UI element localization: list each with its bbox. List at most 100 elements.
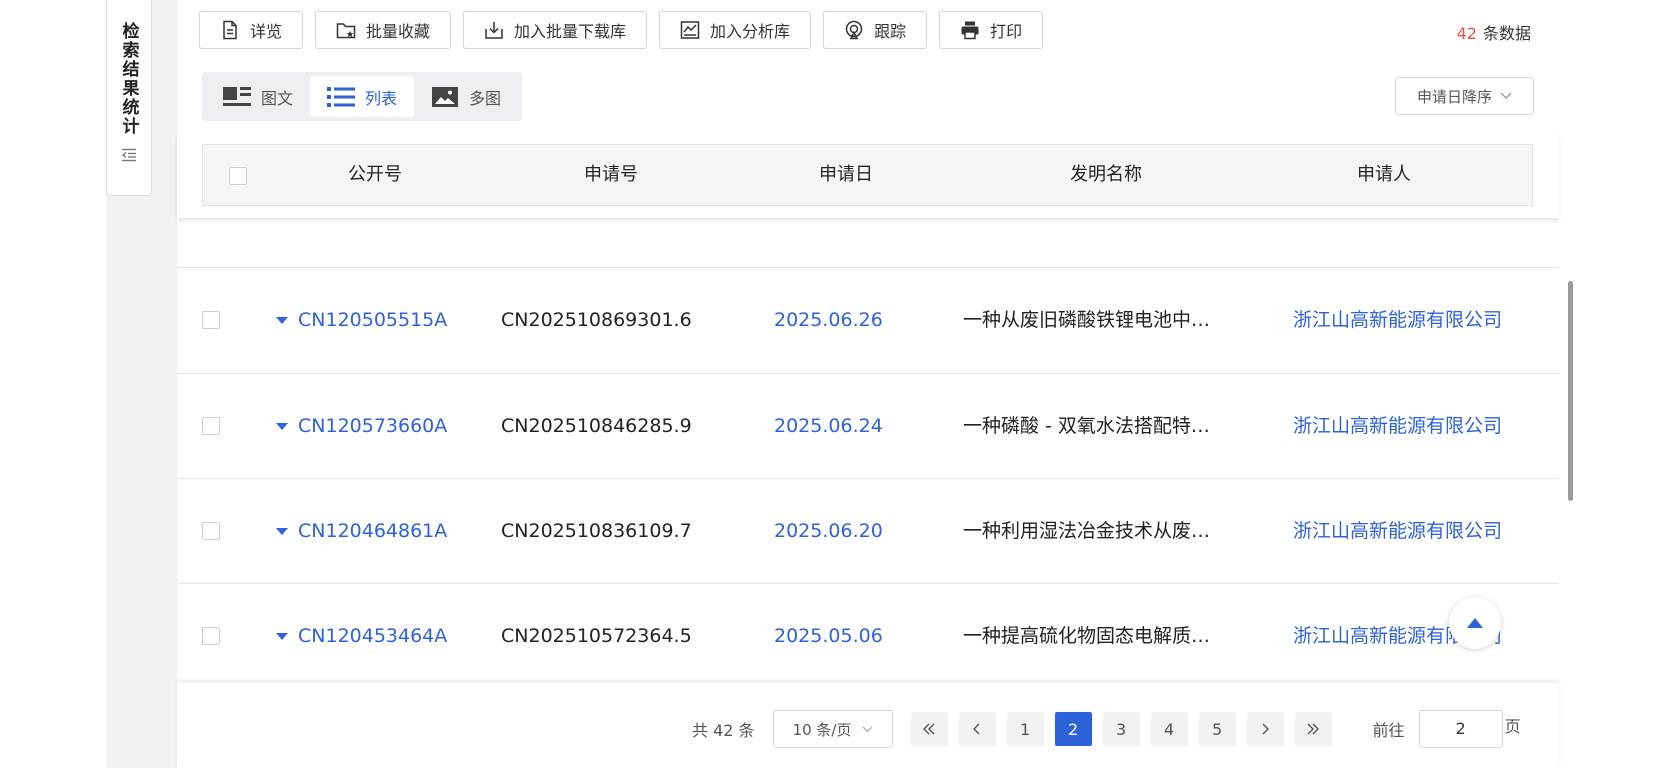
vertical-scrollbar[interactable]	[1568, 281, 1573, 501]
expand-triangle-icon[interactable]	[276, 633, 288, 640]
header-title[interactable]: 发明名称	[1070, 145, 1142, 207]
row-checkbox[interactable]	[202, 311, 220, 329]
pagination-total: 共 42 条	[692, 721, 755, 740]
double-chevron-right-icon	[1307, 723, 1320, 735]
print-button[interactable]: 打印	[939, 11, 1044, 49]
table-row: CN120573660A CN202510846285.9 2025.06.24…	[177, 373, 1559, 478]
view-mode-tabs: 图文 列表 多图	[202, 72, 523, 121]
page-unit-label: 页	[1504, 717, 1521, 736]
invention-title: 一种提高硫化物固态电解质…	[963, 625, 1211, 647]
app-date-link[interactable]: 2025.06.20	[774, 479, 883, 584]
list-view-icon	[327, 86, 356, 107]
table-row: CN120453464A CN202510572364.5 2025.05.06…	[177, 583, 1559, 688]
pub-no-link[interactable]: CN120464861A	[298, 479, 447, 584]
pub-no-link[interactable]: CN120505515A	[298, 268, 447, 373]
app-no: CN202510836109.7	[501, 520, 692, 542]
sort-select-value: 申请日降序	[1416, 87, 1492, 106]
action-toolbar: 详览 批量收藏 加入批量下载库 加入分析库 跟踪 打印	[199, 11, 1044, 49]
pub-no-link[interactable]: CN120573660A	[298, 374, 447, 479]
app-no: CN202510572364.5	[501, 625, 692, 647]
chevron-down-icon	[862, 726, 872, 732]
applicant-link[interactable]: 浙江山高新能源有限公司	[1293, 479, 1502, 584]
tab-image-text-label: 图文	[261, 88, 294, 108]
page-button-3[interactable]: 3	[1102, 712, 1140, 746]
chevron-right-icon	[1262, 723, 1270, 735]
sort-select[interactable]: 申请日降序	[1395, 77, 1534, 115]
tab-multi-image-label: 多图	[469, 88, 502, 108]
app-no: CN202510846285.9	[501, 415, 692, 437]
row-checkbox[interactable]	[202, 627, 220, 645]
add-to-download-button[interactable]: 加入批量下载库	[463, 11, 648, 49]
goto-page-input[interactable]: 2	[1418, 710, 1503, 748]
arrow-up-icon	[1467, 618, 1483, 628]
header-app-no[interactable]: 申请号	[584, 145, 638, 207]
analysis-icon	[680, 21, 700, 39]
tab-image-text[interactable]: 图文	[206, 76, 310, 117]
chevron-left-icon	[973, 723, 980, 735]
stats-tab-label: 检索结果统计	[118, 22, 139, 136]
track-button[interactable]: 跟踪	[823, 11, 928, 49]
tracking-icon	[845, 20, 863, 40]
select-all-checkbox[interactable]	[229, 167, 247, 185]
expand-triangle-icon[interactable]	[276, 317, 288, 324]
results-panel: 详览 批量收藏 加入批量下载库 加入分析库 跟踪 打印 42 条数据 图文 列表…	[177, 0, 1559, 768]
chevron-down-icon	[1500, 92, 1512, 99]
row-checkbox[interactable]	[202, 522, 220, 540]
app-date-link[interactable]: 2025.06.26	[774, 268, 883, 373]
pub-no-link[interactable]: CN120453464A	[298, 584, 447, 689]
collapse-icon	[121, 148, 136, 162]
pagination-bar: 共 42 条 10 条/页 1 2 3 4 5 前往 2 页	[177, 683, 1559, 768]
page: 检索结果统计 详览 批量收藏 加入批量下载库 加入分析库 跟踪 打印 42 条数…	[0, 0, 1665, 768]
table-header-bar: 公开号 申请号 申请日 发明名称 申请人	[177, 132, 1559, 218]
app-date-link[interactable]: 2025.06.24	[774, 374, 883, 479]
next-page-button[interactable]	[1246, 712, 1284, 746]
page-button-5[interactable]: 5	[1198, 712, 1236, 746]
page-size-value: 10 条/页	[792, 720, 852, 739]
tab-list[interactable]: 列表	[310, 76, 415, 117]
double-chevron-left-icon	[923, 723, 935, 735]
applicant-link[interactable]: 浙江山高新能源有限公司	[1293, 268, 1502, 373]
app-no: CN202510869301.6	[501, 309, 692, 331]
download-box-icon	[485, 22, 503, 39]
table-row: CN120505515A CN202510869301.6 2025.06.26…	[177, 267, 1559, 372]
multi-image-view-icon	[432, 86, 459, 107]
row-checkbox[interactable]	[202, 417, 220, 435]
back-to-top-button[interactable]	[1449, 597, 1501, 649]
folder-star-icon	[336, 23, 356, 39]
page-button-1[interactable]: 1	[1006, 712, 1044, 746]
tab-list-label: 列表	[365, 88, 398, 108]
track-label: 跟踪	[874, 22, 907, 41]
last-page-button[interactable]	[1294, 712, 1332, 746]
page-button-4[interactable]: 4	[1150, 712, 1188, 746]
header-applicant[interactable]: 申请人	[1357, 145, 1411, 207]
batch-favorite-button[interactable]: 批量收藏	[315, 11, 452, 49]
page-button-2[interactable]: 2	[1054, 712, 1092, 746]
document-icon	[223, 20, 237, 40]
add-to-analysis-button[interactable]: 加入分析库	[659, 11, 812, 49]
goto-label: 前往	[1372, 721, 1405, 740]
printer-icon	[961, 21, 979, 40]
applicant-link[interactable]: 浙江山高新能源有限公司	[1293, 374, 1502, 479]
result-count: 42 条数据	[1457, 20, 1531, 44]
invention-title: 一种从废旧磷酸铁锂电池中…	[963, 309, 1211, 331]
expand-triangle-icon[interactable]	[276, 423, 288, 430]
expand-triangle-icon[interactable]	[276, 528, 288, 535]
prev-page-button[interactable]	[958, 712, 996, 746]
header-app-date[interactable]: 申请日	[819, 145, 873, 207]
table-row: CN120464861A CN202510836109.7 2025.06.20…	[177, 478, 1559, 583]
result-count-suffix: 条数据	[1482, 24, 1531, 43]
preview-button-label: 详览	[250, 22, 283, 41]
tab-multi-image[interactable]: 多图	[414, 76, 518, 117]
stats-panel-tab[interactable]: 检索结果统计	[106, 0, 152, 196]
first-page-button[interactable]	[910, 712, 948, 746]
preview-button[interactable]: 详览	[199, 11, 304, 49]
table-header: 公开号 申请号 申请日 发明名称 申请人	[202, 144, 1533, 206]
header-pub-no[interactable]: 公开号	[348, 145, 402, 207]
add-to-analysis-label: 加入分析库	[710, 22, 791, 41]
invention-title: 一种利用湿法冶金技术从废…	[963, 520, 1211, 542]
app-date-link[interactable]: 2025.05.06	[774, 584, 883, 689]
pagination: 共 42 条 10 条/页 1 2 3 4 5 前往 2 页	[692, 709, 1521, 749]
result-count-number: 42	[1456, 24, 1477, 43]
invention-title: 一种磷酸 - 双氧水法搭配特…	[963, 415, 1210, 437]
page-size-select[interactable]: 10 条/页	[772, 710, 893, 748]
